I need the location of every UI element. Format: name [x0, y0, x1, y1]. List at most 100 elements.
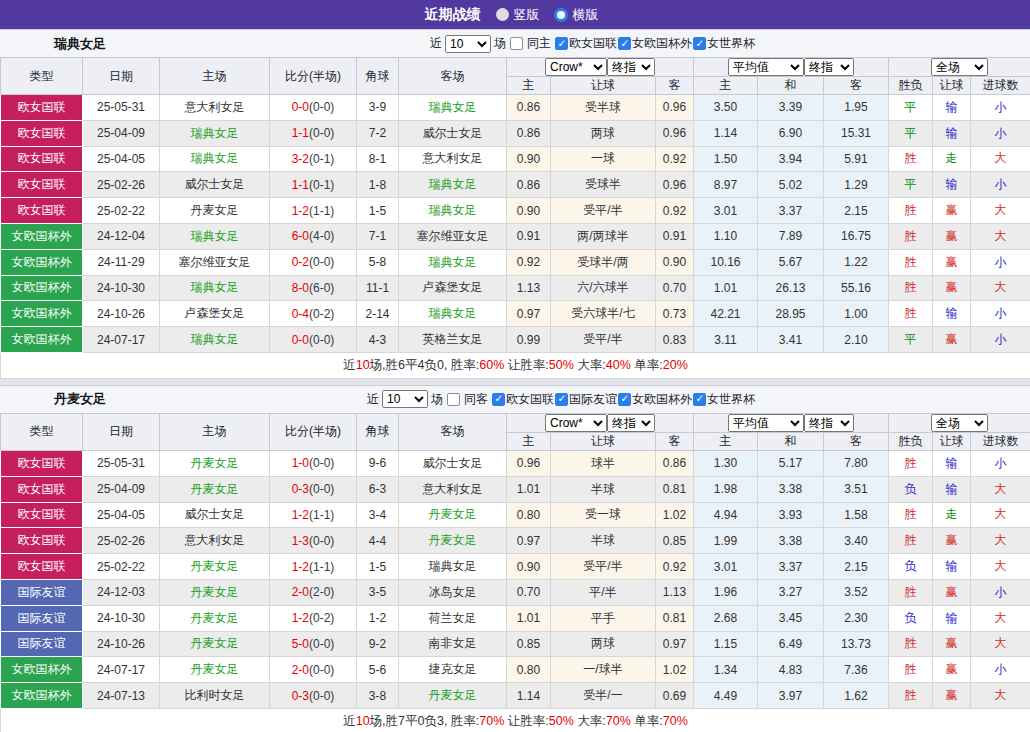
- fulltime-score: 1-0: [292, 456, 309, 470]
- competition-checkbox[interactable]: [555, 393, 568, 406]
- asian-odds-time-select[interactable]: 终指: [607, 58, 655, 76]
- radio-selected-icon[interactable]: [554, 8, 568, 22]
- euro-away-odds: 15.31: [824, 120, 889, 146]
- asian-home-odds: 0.97: [507, 528, 551, 554]
- result-goals: 小: [971, 450, 1030, 476]
- asian-away-odds: 0.96: [656, 120, 694, 146]
- result-handicap: 赢: [933, 631, 971, 657]
- summary-segment: 10: [356, 358, 370, 372]
- match-row: 欧女国联25-02-22丹麦女足1-2(1-1)1-5瑞典女足0.90受平/半0…: [1, 198, 1030, 224]
- euro-home-odds: 1.34: [694, 657, 758, 683]
- halftime-score: (0-0): [309, 255, 334, 269]
- result-outcome: 平: [889, 95, 933, 121]
- halftime-score: (0-2): [309, 307, 334, 321]
- euro-odds-source-select[interactable]: 平均值: [728, 414, 804, 432]
- fulltime-score: 0-0: [292, 100, 309, 114]
- match-row: 欧女国联25-04-09丹麦女足0-3(0-0)6-3意大利女足1.01半球0.…: [1, 476, 1030, 502]
- match-row: 女欧国杯外24-11-29塞尔维亚女足0-2(0-0)5-8瑞典女足0.92受球…: [1, 249, 1030, 275]
- result-handicap: 赢: [933, 198, 971, 224]
- competition-checkbox[interactable]: [618, 37, 631, 50]
- euro-draw-odds: 7.89: [758, 223, 824, 249]
- euro-away-odds: 2.15: [824, 198, 889, 224]
- halftime-score: (1-1): [309, 508, 334, 522]
- corners: 1-5: [357, 554, 399, 580]
- euro-draw-odds: 3.94: [758, 146, 824, 172]
- radio-unselected-icon[interactable]: [496, 8, 509, 21]
- result-handicap: 赢: [933, 579, 971, 605]
- layout-radio-vertical[interactable]: 竖版: [496, 6, 540, 24]
- match-date: 24-12-04: [83, 223, 160, 249]
- asian-home-odds: 0.90: [507, 554, 551, 580]
- score: 5-0(0-0): [270, 631, 357, 657]
- fulltime-score: 8-0: [292, 281, 309, 295]
- euro-draw-odds: 26.13: [758, 275, 824, 301]
- match-count-select[interactable]: 10: [382, 390, 428, 408]
- match-row: 女欧国杯外24-10-26卢森堡女足0-4(0-2)2-14瑞典女足0.97受六…: [1, 301, 1030, 327]
- fulltime-score: 1-1: [292, 126, 309, 140]
- type-badge: 欧女国联: [1, 95, 83, 121]
- scope-select[interactable]: 全场: [931, 58, 988, 76]
- asian-odds-source-select[interactable]: Crow*: [545, 414, 607, 432]
- euro-away-odds: 1.95: [824, 95, 889, 121]
- euro-home-odds: 1.14: [694, 120, 758, 146]
- result-handicap: 输: [933, 605, 971, 631]
- euro-odds-source-select[interactable]: 平均值: [728, 58, 804, 76]
- match-date: 25-04-09: [83, 476, 160, 502]
- result-handicap: 走: [933, 146, 971, 172]
- away-team: 丹麦女足: [399, 502, 507, 528]
- euro-away-odds: 1.58: [824, 502, 889, 528]
- type-badge: 欧女国联: [1, 554, 83, 580]
- asian-home-odds: 1.01: [507, 605, 551, 631]
- asian-odds-source-select[interactable]: Crow*: [545, 58, 607, 76]
- match-date: 25-04-05: [83, 502, 160, 528]
- euro-home-odds: 3.01: [694, 198, 758, 224]
- asian-away-odds: 0.81: [656, 476, 694, 502]
- same-venue-checkbox[interactable]: [510, 37, 523, 50]
- asian-home-odds: 0.90: [507, 146, 551, 172]
- halftime-score: (0-0): [309, 333, 334, 347]
- fulltime-score: 0-0: [292, 333, 309, 347]
- result-handicap: 输: [933, 120, 971, 146]
- asian-home-odds: 0.86: [507, 172, 551, 198]
- match-row: 欧女国联25-02-26意大利女足1-3(0-0)4-4丹麦女足0.97半球0.…: [1, 528, 1030, 554]
- result-handicap: 赢: [933, 275, 971, 301]
- euro-odds-time-select[interactable]: 终指: [804, 414, 854, 432]
- home-team: 威尔士女足: [160, 172, 270, 198]
- match-row: 女欧国杯外24-12-04瑞典女足6-0(4-0)7-1塞尔维亚女足0.91两/…: [1, 223, 1030, 249]
- competition-checkbox[interactable]: [618, 393, 631, 406]
- competition-label: 女欧国杯外: [632, 391, 692, 408]
- team-name: 瑞典女足: [0, 35, 106, 53]
- column-subheader: 胜负: [889, 77, 933, 95]
- asian-home-odds: 0.96: [507, 450, 551, 476]
- asian-away-odds: 0.97: [656, 631, 694, 657]
- euro-odds-group-header: 平均值终指: [694, 58, 889, 77]
- fulltime-score: 0-2: [292, 255, 309, 269]
- competition-checkbox[interactable]: [492, 393, 505, 406]
- asian-away-odds: 0.96: [656, 172, 694, 198]
- summary-row: 近10场,胜6平4负0, 胜率:60% 让胜率:50% 大率:40% 单率:20…: [1, 352, 1030, 378]
- result-outcome: 负: [889, 605, 933, 631]
- euro-draw-odds: 5.17: [758, 450, 824, 476]
- asian-odds-time-select[interactable]: 终指: [607, 414, 655, 432]
- handicap-line: 受半球: [551, 95, 656, 121]
- halftime-score: (0-0): [309, 534, 334, 548]
- euro-draw-odds: 3.45: [758, 605, 824, 631]
- asian-away-odds: 0.69: [656, 683, 694, 709]
- home-team: 丹麦女足: [160, 657, 270, 683]
- competition-checkbox[interactable]: [693, 393, 706, 406]
- same-venue-checkbox[interactable]: [447, 393, 460, 406]
- asian-away-odds: 0.85: [656, 528, 694, 554]
- fulltime-score: 5-0: [292, 637, 309, 651]
- competition-checkbox[interactable]: [555, 37, 568, 50]
- corners: 1-8: [357, 172, 399, 198]
- result-handicap: 输: [933, 301, 971, 327]
- euro-odds-time-select[interactable]: 终指: [804, 58, 854, 76]
- away-team: 捷克女足: [399, 657, 507, 683]
- layout-radio-horizontal[interactable]: 横版: [554, 6, 599, 24]
- competition-checkbox[interactable]: [693, 37, 706, 50]
- match-row: 国际友谊24-10-30丹麦女足1-2(0-2)1-2荷兰女足1.01平手0.8…: [1, 605, 1030, 631]
- halftime-score: (0-0): [309, 126, 334, 140]
- scope-select[interactable]: 全场: [931, 414, 988, 432]
- match-count-select[interactable]: 10: [445, 35, 491, 53]
- score: 0-0(0-0): [270, 327, 357, 353]
